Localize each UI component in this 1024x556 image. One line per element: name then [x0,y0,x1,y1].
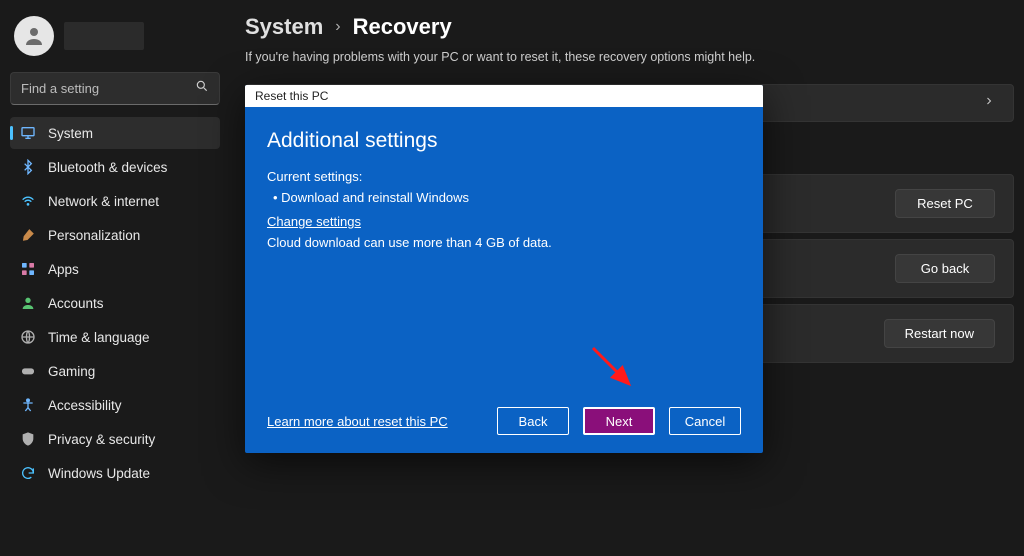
globe-icon [20,329,36,345]
nav-label: Personalization [48,228,140,243]
change-settings-link[interactable]: Change settings [267,214,361,229]
next-button[interactable]: Next [583,407,655,435]
dialog-heading: Additional settings [267,129,741,153]
nav-list: System Bluetooth & devices Network & int… [10,117,220,489]
sidebar-item-network[interactable]: Network & internet [10,185,220,217]
sidebar-item-apps[interactable]: Apps [10,253,220,285]
dialog-footer: Learn more about reset this PC Back Next… [245,407,763,453]
sidebar-item-accessibility[interactable]: Accessibility [10,389,220,421]
back-button[interactable]: Back [497,407,569,435]
reset-pc-button[interactable]: Reset PC [895,189,995,218]
sidebar-item-bluetooth[interactable]: Bluetooth & devices [10,151,220,183]
page-description: If you're having problems with your PC o… [245,50,1014,64]
nav-label: Accounts [48,296,104,311]
sidebar-item-accounts[interactable]: Accounts [10,287,220,319]
nav-label: Gaming [48,364,95,379]
dialog-buttons: Back Next Cancel [497,407,741,435]
nav-label: Privacy & security [48,432,155,447]
breadcrumb-parent[interactable]: System [245,14,323,40]
cloud-download-note: Cloud download can use more than 4 GB of… [267,235,741,250]
shield-icon [20,431,36,447]
breadcrumb: System › Recovery [245,14,1014,40]
cancel-button[interactable]: Cancel [669,407,741,435]
accessibility-icon [20,397,36,413]
wifi-icon [20,193,36,209]
current-settings-label: Current settings: [267,169,741,184]
sidebar-item-gaming[interactable]: Gaming [10,355,220,387]
brush-icon [20,227,36,243]
update-icon [20,465,36,481]
search-icon [195,79,209,98]
avatar [14,16,54,56]
current-settings-list: Download and reinstall Windows [267,190,741,205]
nav-label: System [48,126,93,141]
sidebar-item-system[interactable]: System [10,117,220,149]
breadcrumb-current: Recovery [353,14,452,40]
nav-label: Accessibility [48,398,122,413]
learn-more-link[interactable]: Learn more about reset this PC [267,414,448,429]
dialog-body: Additional settings Current settings: Do… [245,107,763,407]
user-name [64,22,144,50]
chevron-right-icon: › [335,18,340,36]
nav-label: Bluetooth & devices [48,160,167,175]
dialog-titlebar: Reset this PC [245,85,763,107]
bluetooth-icon [20,159,36,175]
apps-icon [20,261,36,277]
gamepad-icon [20,363,36,379]
user-account-row[interactable] [10,10,220,66]
person-icon [20,295,36,311]
sidebar-item-update[interactable]: Windows Update [10,457,220,489]
reset-pc-dialog: Reset this PC Additional settings Curren… [245,85,763,453]
sidebar-item-time[interactable]: Time & language [10,321,220,353]
go-back-button[interactable]: Go back [895,254,995,283]
nav-label: Network & internet [48,194,159,209]
system-icon [20,125,36,141]
search-input[interactable] [21,81,181,96]
nav-label: Time & language [48,330,150,345]
chevron-right-icon [983,94,995,112]
nav-label: Windows Update [48,466,150,481]
sidebar-item-personalization[interactable]: Personalization [10,219,220,251]
setting-item: Download and reinstall Windows [273,190,741,205]
settings-sidebar: System Bluetooth & devices Network & int… [0,0,230,556]
search-box[interactable] [10,72,220,105]
restart-now-button[interactable]: Restart now [884,319,995,348]
sidebar-item-privacy[interactable]: Privacy & security [10,423,220,455]
nav-label: Apps [48,262,79,277]
